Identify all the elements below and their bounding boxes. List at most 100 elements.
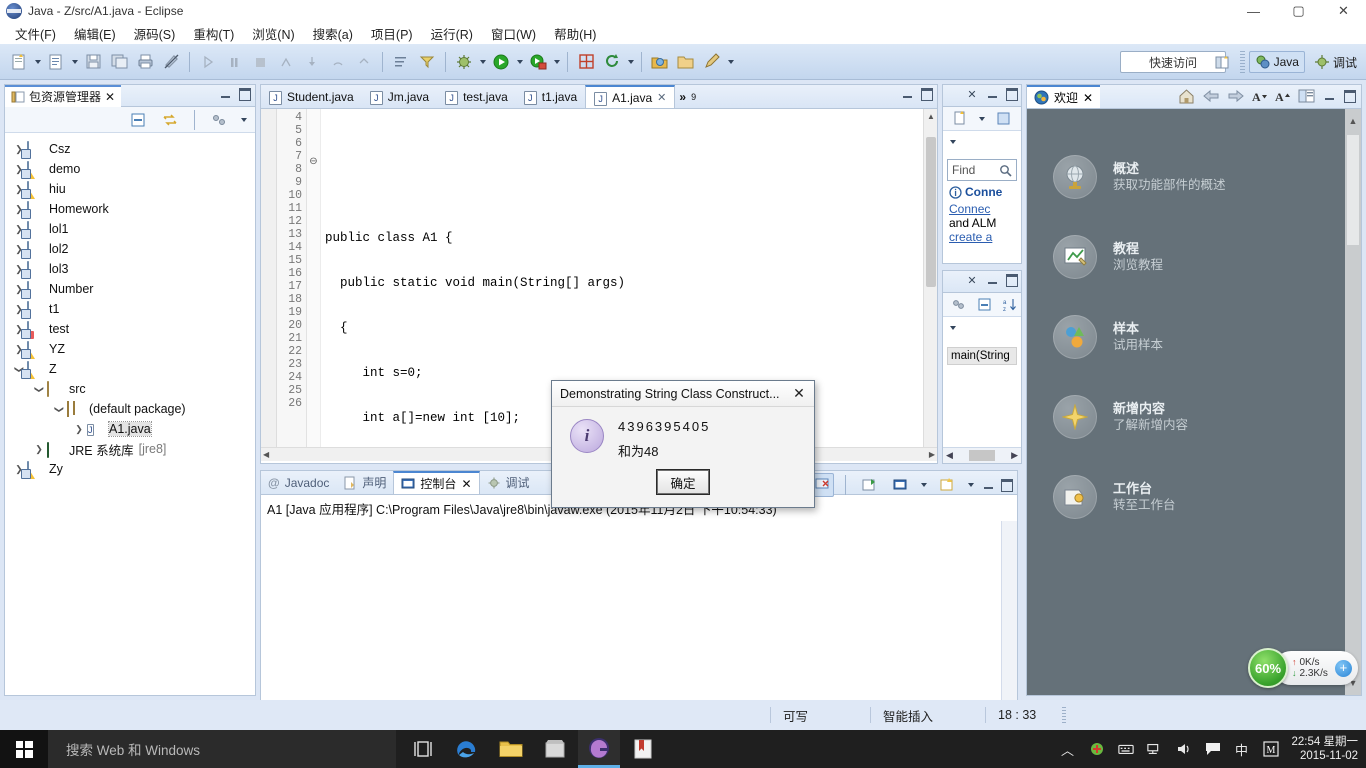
console-output[interactable] [261,522,1017,718]
antivirus-shield-icon[interactable] [1089,741,1105,757]
editor-tab-overflow[interactable]: » 9 [675,85,700,108]
pin-console-icon[interactable] [857,473,881,497]
new-item-icon[interactable] [948,107,972,131]
debug-dropdown-icon[interactable] [477,51,488,73]
tab-t1-java[interactable]: J t1.java [516,85,585,108]
scroll-right-icon[interactable]: ▶ [929,450,935,459]
new-item-dropdown-icon[interactable] [976,108,987,130]
scrollbar-thumb[interactable] [926,137,936,287]
tab-jm-java[interactable]: J Jm.java [362,85,437,108]
tree-item-z[interactable]: Z [5,359,255,379]
maximize-icon[interactable] [1000,478,1014,492]
outline-horizontal-scrollbar[interactable]: ◀ ▶ [943,447,1021,463]
status-resize-handle[interactable] [1062,707,1067,723]
volume-icon[interactable] [1176,741,1192,757]
minimize-icon[interactable] [218,87,232,101]
close-icon[interactable]: ✕ [965,87,979,101]
refresh-dropdown-icon[interactable] [625,51,636,73]
maximize-icon[interactable] [1005,87,1019,101]
keyboard-icon[interactable] [1117,741,1134,757]
minimize-icon[interactable] [1322,89,1336,103]
tree-item-lol3[interactable]: lol3 [5,259,255,279]
editor-vertical-scrollbar[interactable]: ▲ ▼ [923,109,937,461]
minimize-icon[interactable] [981,478,995,492]
tree-item-test[interactable]: test [5,319,255,339]
tree-item-csz[interactable]: Csz [5,139,255,159]
tree-item-a1-java[interactable]: J A1.java [5,419,255,439]
collapse-all-icon[interactable] [126,108,150,132]
maximize-icon[interactable] [238,87,252,101]
tab-console[interactable]: 控制台 ✕ [393,471,480,494]
toolbar-drag-handle[interactable] [1239,51,1245,73]
tab-package-explorer[interactable]: 包资源管理器 ✕ [5,84,122,107]
menu-help[interactable]: 帮助(H) [545,22,605,45]
ime-language-icon[interactable]: 中 [1234,741,1250,758]
hide-fields-icon[interactable] [948,293,969,317]
back-arrow-icon[interactable] [1202,89,1220,103]
sort-icon[interactable]: az [999,293,1020,317]
new-java-class-icon[interactable] [44,50,68,74]
tree-item-lol2[interactable]: lol2 [5,239,255,259]
open-perspective-icon[interactable] [1211,50,1235,74]
link-with-editor-icon[interactable] [158,108,182,132]
menu-source[interactable]: 源码(S) [125,22,185,45]
close-icon[interactable]: ✕ [657,91,666,104]
project-tree[interactable]: Csz demo hiu Homework lol1 lol2 lol3 Num… [5,133,255,693]
edge-browser-icon[interactable] [446,730,488,768]
tab-student-java[interactable]: J Student.java [261,85,362,108]
welcome-item-workbench[interactable]: 工作台 转至工作台 [1027,457,1361,537]
editor-annotation-ruler[interactable] [261,109,277,461]
menu-refactor[interactable]: 重构(T) [184,22,243,45]
view-menu-icon[interactable] [238,109,249,131]
external-tools-dropdown-icon[interactable] [551,51,562,73]
decrease-font-icon[interactable]: A [1252,89,1268,103]
menu-edit[interactable]: 编辑(E) [65,22,125,45]
collapse-all-icon[interactable] [974,293,995,317]
new-wizard-dropdown-icon[interactable] [32,51,43,73]
scroll-up-icon[interactable]: ▲ [1345,113,1361,129]
welcome-item-samples[interactable]: 样本 试用样本 [1027,297,1361,377]
pin-view-icon[interactable] [991,107,1015,131]
expand-arrow-icon[interactable] [71,424,87,435]
tree-item-t1[interactable]: t1 [5,299,255,319]
network-speed-widget[interactable]: 60% ↑ ↓ 0K/s 2.3K/s + [1248,648,1358,688]
customize-page-icon[interactable] [1298,89,1315,103]
task-view-icon[interactable] [402,730,444,768]
expand-widget-icon[interactable]: + [1334,659,1352,677]
tree-item-homework[interactable]: Homework [5,199,255,219]
print-icon[interactable] [133,50,157,74]
start-button[interactable] [0,730,48,768]
fold-toggle-icon[interactable]: ⊖ [307,156,320,171]
close-icon[interactable]: ✕ [965,273,979,287]
minimize-icon[interactable] [985,273,999,287]
menu-run[interactable]: 运行(R) [422,22,482,45]
tab-debug[interactable]: 调试 [480,471,537,494]
maximize-icon[interactable] [1343,89,1357,103]
home-icon[interactable] [1178,88,1195,104]
tree-item-demo[interactable]: demo [5,159,255,179]
tree-item-default-package[interactable]: (default package) [5,399,255,419]
scrollbar-thumb[interactable] [1347,135,1359,245]
network-icon[interactable] [1146,741,1163,757]
find-input[interactable]: Find [947,159,1017,181]
forward-arrow-icon[interactable] [1227,89,1245,103]
close-icon[interactable]: ✕ [1083,91,1093,105]
annotation-icon[interactable] [700,50,724,74]
open-console-icon[interactable] [935,473,959,497]
tab-welcome[interactable]: 欢迎 ✕ [1027,85,1101,108]
welcome-item-overview[interactable]: 概述 获取功能部件的概述 [1027,137,1361,217]
welcome-vertical-scrollbar[interactable]: ▲ ▼ [1345,109,1361,695]
cpu-percent-badge[interactable]: 60% [1248,648,1288,688]
collapse-arrow-icon[interactable] [51,404,67,415]
tab-test-java[interactable]: J test.java [437,85,516,108]
scroll-right-icon[interactable]: ▶ [1011,450,1018,461]
tree-item-lol1[interactable]: lol1 [5,219,255,239]
scroll-left-icon[interactable]: ◀ [946,450,953,461]
close-icon[interactable]: ✕ [461,477,471,491]
new-wizard-icon[interactable] [7,50,31,74]
open-console-dropdown-icon[interactable] [965,474,976,496]
window-close-button[interactable]: ✕ [1321,0,1366,22]
maximize-icon[interactable] [1005,273,1019,287]
tree-item-number[interactable]: Number [5,279,255,299]
scroll-left-icon[interactable]: ◀ [263,450,269,459]
